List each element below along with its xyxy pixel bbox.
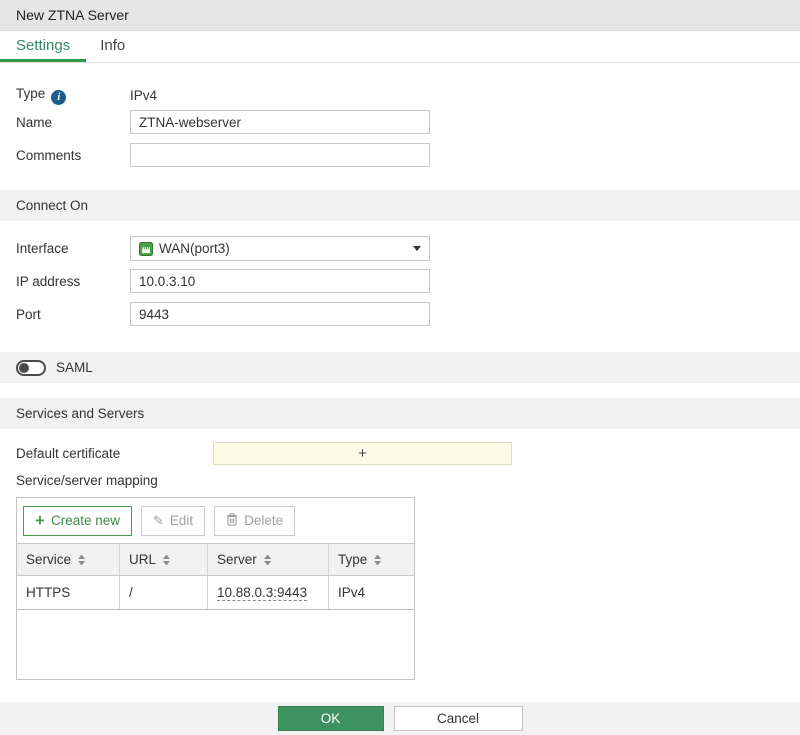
type-label: Typei [16, 86, 130, 105]
create-new-button[interactable]: + Create new [23, 506, 132, 536]
ip-address-row: IP address [16, 269, 800, 293]
connect-on-header: Connect On [0, 190, 800, 221]
sort-icon [263, 554, 272, 566]
add-certificate-button[interactable]: + [213, 442, 512, 465]
ip-address-input[interactable] [130, 269, 430, 293]
edit-button[interactable]: ✎ Edit [141, 506, 205, 536]
port-input[interactable] [130, 302, 430, 326]
services-and-servers-header: Services and Servers [0, 398, 800, 429]
table-row[interactable]: HTTPS / 10.88.0.3:9443 IPv4 [17, 576, 414, 610]
interface-dropdown[interactable]: WAN(port3) [130, 236, 430, 261]
column-header-server[interactable]: Server [208, 544, 329, 575]
tab-settings[interactable]: Settings [0, 31, 86, 62]
service-server-mapping-table: + Create new ✎ Edit Delete Service [16, 497, 415, 680]
trash-icon [226, 513, 238, 529]
port-row: Port [16, 302, 800, 326]
sort-icon [77, 554, 86, 566]
delete-button[interactable]: Delete [214, 506, 295, 536]
column-header-service[interactable]: Service [17, 544, 120, 575]
window-title: New ZTNA Server [0, 0, 800, 31]
sort-icon [373, 554, 382, 566]
port-label: Port [16, 307, 130, 322]
default-certificate-row: Default certificate + [16, 442, 800, 465]
comments-row: Comments [16, 143, 800, 167]
type-row: Typei IPv4 [16, 83, 800, 107]
sort-icon [162, 554, 171, 566]
cell-service: HTTPS [17, 576, 120, 609]
comments-input[interactable] [130, 143, 430, 167]
cancel-button[interactable]: Cancel [394, 706, 523, 731]
toggle-knob [19, 363, 29, 373]
name-input[interactable] [130, 110, 430, 134]
info-icon[interactable]: i [51, 90, 66, 105]
server-link[interactable]: 10.88.0.3:9443 [217, 585, 307, 601]
saml-section: SAML [0, 352, 800, 383]
interface-row: Interface WAN(port3) [16, 236, 800, 261]
type-value: IPv4 [130, 88, 157, 103]
table-header-row: Service URL Server Type [17, 543, 414, 576]
service-server-mapping-label: Service/server mapping [16, 472, 800, 490]
interface-label: Interface [16, 241, 130, 256]
ok-button[interactable]: OK [278, 706, 384, 731]
tab-info[interactable]: Info [86, 31, 139, 62]
default-certificate-label: Default certificate [16, 446, 213, 461]
column-header-url[interactable]: URL [120, 544, 208, 575]
plus-icon: + [35, 512, 45, 529]
column-header-type[interactable]: Type [329, 544, 415, 575]
name-row: Name [16, 110, 800, 134]
cell-type: IPv4 [329, 576, 415, 609]
name-label: Name [16, 115, 130, 130]
table-toolbar: + Create new ✎ Edit Delete [17, 498, 414, 543]
interface-value: WAN(port3) [159, 241, 230, 256]
dialog-footer: OK Cancel [0, 702, 800, 735]
chevron-down-icon [413, 246, 421, 251]
cell-server: 10.88.0.3:9443 [208, 576, 329, 609]
comments-label: Comments [16, 148, 130, 163]
tab-bar: Settings Info [0, 31, 800, 63]
ip-address-label: IP address [16, 274, 130, 289]
cell-url: / [120, 576, 208, 609]
saml-toggle[interactable] [16, 360, 46, 376]
pencil-icon: ✎ [153, 513, 164, 529]
ethernet-port-icon [139, 242, 153, 256]
saml-label: SAML [56, 360, 93, 375]
